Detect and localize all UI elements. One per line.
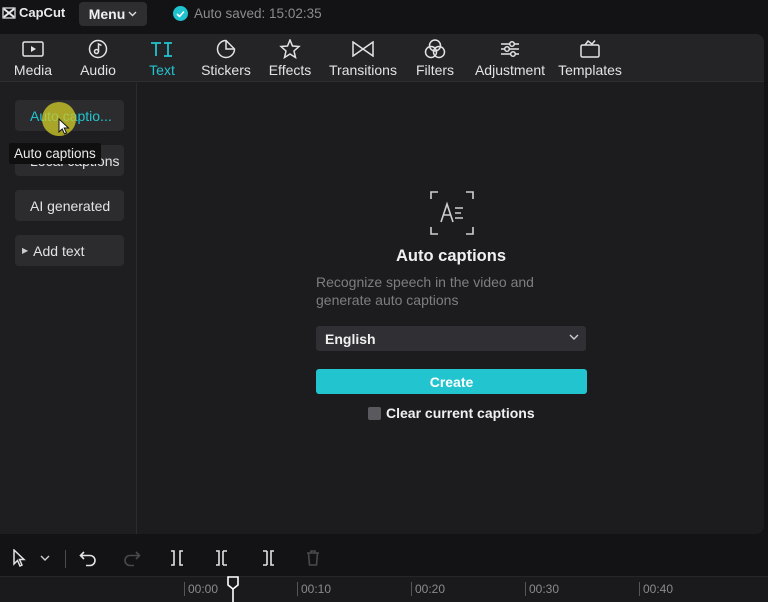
tab-label: Media [13,62,53,78]
tab-audio[interactable]: Audio [77,38,119,80]
tab-stickers[interactable]: Stickers [200,38,252,80]
sidebar-item-ai-generated[interactable]: AI generated [15,190,124,221]
playhead[interactable] [226,576,240,602]
transitions-icon [352,38,374,60]
clear-captions-option[interactable]: Clear current captions [368,405,535,421]
tab-media[interactable]: Media [12,38,54,80]
sidebar-item-add-text[interactable]: ▶ Add text [15,235,124,266]
tab-label: Adjustment [474,62,546,78]
chevron-down-icon [128,11,137,17]
ruler-tick [411,582,412,596]
tab-label: Transitions [329,62,397,78]
tab-templates[interactable]: Templates [556,38,624,80]
effects-icon [279,38,301,60]
timeline-toolbar [0,540,768,576]
adjustment-icon [499,38,521,60]
clear-captions-label: Clear current captions [386,405,535,421]
main-panel: Media Audio Text Stickers Effects Transi… [0,34,764,534]
sidebar-item-label: Add text [33,242,85,259]
ruler-label: 00:00 [188,582,219,596]
create-label: Create [429,373,474,390]
app-name: CapCut [19,5,66,20]
app-logo: CapCut [2,5,65,20]
auto-captions-title: Auto captions [396,247,506,265]
tab-effects[interactable]: Effects [268,38,312,80]
stickers-icon [216,38,236,60]
select-cursor-icon[interactable] [12,549,28,567]
ruler-label: 00:30 [529,582,560,596]
sidebar-item-label: AI generated [30,197,111,214]
top-bar: CapCut Menu Auto saved: 15:02:35 [0,0,768,30]
auto-captions-icon [430,191,474,235]
create-button[interactable]: Create [316,369,587,394]
ruler-tick [297,582,298,596]
split-icon[interactable] [169,549,185,567]
check-circle-icon [173,6,188,21]
delete-left-icon[interactable] [214,549,230,567]
caret-right-icon: ▶ [22,246,29,255]
tab-label: Effects [268,62,312,78]
ruler-label: 00:20 [415,582,446,596]
undo-icon[interactable] [79,549,97,567]
capcut-logo-icon [2,6,16,19]
audio-icon [88,38,108,60]
menu-button[interactable]: Menu [79,2,147,26]
autosave-text: Auto saved: 15:02:35 [194,6,322,21]
trash-icon[interactable] [305,549,321,567]
filters-icon [424,38,446,60]
media-icon [22,38,44,60]
menu-label: Menu [88,6,126,22]
text-icon [150,38,174,60]
language-select[interactable]: English [316,326,586,351]
tab-label: Templates [558,62,622,78]
clear-captions-checkbox[interactable] [368,406,381,420]
tab-text[interactable]: Text [145,38,179,80]
chevron-down-icon[interactable] [40,555,50,561]
ruler-label: 00:10 [301,582,332,596]
mouse-cursor-icon [58,118,70,135]
ruler-tick [184,582,185,596]
tab-bar: Media Audio Text Stickers Effects Transi… [0,34,764,82]
delete-right-icon[interactable] [260,549,276,567]
ruler-tick [525,582,526,596]
language-value: English [325,330,376,347]
auto-captions-panel: Auto captions Recognize speech in the vi… [138,83,764,534]
tab-label: Filters [415,62,455,78]
templates-icon [579,38,601,60]
tab-label: Text [149,62,175,78]
autosave-status: Auto saved: 15:02:35 [173,6,322,21]
ruler-label: 00:40 [643,582,674,596]
tab-label: Audio [80,62,116,78]
chevron-down-icon [569,334,579,340]
tab-label: Stickers [201,62,251,78]
redo-icon[interactable] [123,549,141,567]
tab-transitions[interactable]: Transitions [327,38,399,80]
toolbar-divider [65,550,66,568]
auto-captions-description: Recognize speech in the video and genera… [316,274,534,308]
tooltip: Auto captions [9,143,101,164]
timeline-ruler[interactable]: 00:00 00:10 00:20 00:30 00:40 [0,576,768,602]
tab-filters[interactable]: Filters [414,38,456,80]
tab-adjustment[interactable]: Adjustment [471,38,549,80]
ruler-tick [639,582,640,596]
